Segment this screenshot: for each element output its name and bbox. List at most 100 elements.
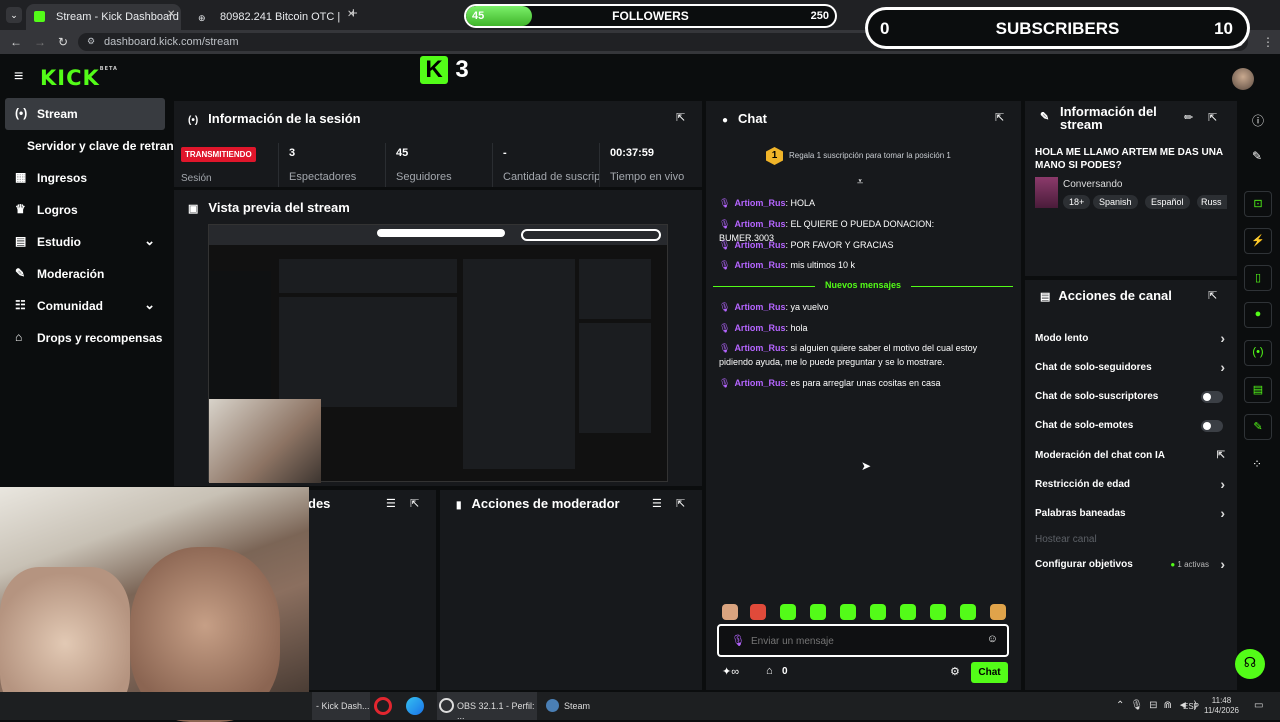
forward-icon[interactable]: → bbox=[34, 35, 46, 49]
kick-logo[interactable]: KICKBETA bbox=[40, 66, 118, 90]
emote-icon[interactable] bbox=[780, 604, 796, 620]
action-subscribers-only[interactable]: Chat de solo-suscriptores bbox=[1035, 391, 1225, 405]
mic-badge-icon: 🎙︎ bbox=[719, 378, 731, 388]
emote-icon[interactable] bbox=[930, 604, 946, 620]
tab-list-button[interactable]: ⌄ bbox=[6, 7, 22, 23]
back-icon[interactable]: ← bbox=[10, 35, 22, 49]
rail-button-notes[interactable]: ▯ bbox=[1244, 265, 1272, 291]
app-top-bar bbox=[0, 56, 1280, 98]
edit-icon[interactable]: ✏ bbox=[1184, 111, 1193, 124]
chat-settings-icon[interactable]: ⚙ bbox=[950, 665, 960, 678]
language-indicator[interactable]: ESP bbox=[1183, 702, 1199, 711]
rail-button-broadcast[interactable]: (•) bbox=[1244, 340, 1272, 366]
more-options-icon[interactable]: ⁘ bbox=[1252, 457, 1262, 471]
chat-input[interactable] bbox=[751, 633, 971, 649]
action-emotes-only[interactable]: Chat de solo-emotes bbox=[1035, 420, 1225, 434]
rail-button-actions[interactable]: ▤ bbox=[1244, 377, 1272, 403]
scroll-down-icon[interactable]: ⩡ bbox=[857, 176, 863, 189]
browser-menu-icon[interactable]: ⋮ bbox=[1262, 35, 1274, 49]
filter-icon[interactable]: ☰ bbox=[652, 497, 662, 510]
chat-message: 🎙︎ Artiom_Rus: hola bbox=[719, 323, 808, 333]
popout-icon[interactable]: ⇱ bbox=[1208, 289, 1217, 302]
sidebar-item-estudio[interactable]: ▤ Estudio ⌄ bbox=[5, 226, 165, 258]
notifications-icon[interactable]: ▭ bbox=[1254, 700, 1263, 711]
site-favicon-icon: ⊕ bbox=[198, 13, 206, 23]
emote-icon[interactable] bbox=[960, 604, 976, 620]
stream-preview-video[interactable] bbox=[208, 224, 668, 483]
popout-icon[interactable]: ⇱ bbox=[676, 111, 685, 124]
emote-icon[interactable] bbox=[870, 604, 886, 620]
tag[interactable]: Russ bbox=[1197, 195, 1227, 209]
gift-text: Regala 1 suscripción para tomar la posic… bbox=[789, 151, 951, 161]
site-info-icon[interactable]: ⚙ bbox=[87, 36, 95, 47]
action-ai-moderation[interactable]: Moderación del chat con IA ⇱ bbox=[1035, 450, 1225, 464]
mic-badge-icon: 🎙︎ bbox=[719, 323, 731, 333]
popout-icon[interactable]: ⇱ bbox=[410, 497, 419, 510]
opera-icon[interactable] bbox=[374, 697, 392, 715]
moderator-actions-panel bbox=[440, 490, 702, 690]
action-age-restriction[interactable]: Restricción de edad › bbox=[1035, 476, 1225, 493]
emoji-picker-icon[interactable]: ☺ bbox=[987, 633, 998, 645]
taskbar-item-steam[interactable]: Steam bbox=[544, 692, 604, 720]
edge-icon[interactable] bbox=[406, 697, 424, 715]
sidebar-item-moderacion[interactable]: ✎ Moderación bbox=[5, 258, 165, 290]
moderator-actions-header: ▮ Acciones de moderador bbox=[456, 496, 620, 511]
emote-icon[interactable] bbox=[900, 604, 916, 620]
support-headset-icon[interactable]: ☊ bbox=[1235, 649, 1265, 679]
followers-goal-overlay: 45 FOLLOWERS 250 bbox=[464, 4, 837, 28]
close-tab-icon[interactable]: ✕ bbox=[167, 9, 175, 20]
emotes-only-toggle[interactable] bbox=[1201, 420, 1223, 432]
sidebar-item-ingresos[interactable]: ▦ Ingresos bbox=[5, 162, 165, 194]
emote-icon[interactable] bbox=[840, 604, 856, 620]
sidebar-item-label: Logros bbox=[37, 203, 78, 217]
rail-button-flash[interactable]: ⚡ bbox=[1244, 228, 1272, 254]
sidebar-item-drops[interactable]: ⌂ Drops y recompensas bbox=[5, 322, 165, 354]
channel-points-icon[interactable]: ✦∞ bbox=[722, 665, 739, 678]
taskbar-item-kick[interactable]: - Kick Dash... bbox=[312, 692, 370, 720]
category-thumbnail[interactable] bbox=[1035, 177, 1058, 208]
popout-icon[interactable]: ⇱ bbox=[995, 111, 1004, 124]
pen-icon[interactable]: ✎ bbox=[1252, 149, 1262, 163]
broadcast-icon: (•) bbox=[15, 106, 28, 120]
rail-button-tools[interactable]: ✎ bbox=[1244, 414, 1272, 440]
stat-viewers: 3 Espectadores bbox=[278, 143, 385, 187]
emote-icon[interactable] bbox=[810, 604, 826, 620]
session-panel-header: (•) Información de la sesión bbox=[188, 111, 361, 126]
gift-sub-banner[interactable]: 1 Regala 1 suscripción para tomar la posi… bbox=[766, 147, 951, 165]
emote-icon[interactable] bbox=[722, 604, 738, 620]
reload-icon[interactable]: ↻ bbox=[58, 35, 68, 49]
tab-kick-dashboard[interactable]: Stream - Kick Dashboard bbox=[26, 4, 181, 30]
taskbar-item-obs[interactable]: OBS 32.1.1 - Perfil: ... bbox=[437, 692, 537, 721]
popout-icon[interactable]: ⇱ bbox=[1208, 111, 1217, 124]
sidebar-item-server-key[interactable]: Servidor y clave de retransm bbox=[5, 130, 177, 162]
tag[interactable]: Español bbox=[1145, 195, 1190, 209]
send-chat-button[interactable]: Chat bbox=[971, 662, 1008, 683]
chat-panel-header: ● Chat bbox=[722, 111, 767, 126]
filter-icon[interactable]: ☰ bbox=[386, 497, 396, 510]
tab-bitcoin-otc[interactable]: ⊕ 80982.241 Bitcoin OTC | Platfo bbox=[190, 4, 340, 30]
chat-input-box[interactable]: 🎙︎ ☺ bbox=[717, 624, 1009, 657]
gift-icon[interactable]: ⌂ bbox=[766, 665, 773, 677]
tag[interactable]: Spanish bbox=[1093, 195, 1138, 209]
sidebar-item-logros[interactable]: ♛ Logros bbox=[5, 194, 165, 226]
popout-icon[interactable]: ⇱ bbox=[676, 497, 685, 510]
action-configure-goals[interactable]: Configurar objetivos ● 1 activas › bbox=[1035, 556, 1225, 573]
rail-button-chat[interactable]: ● bbox=[1244, 302, 1272, 328]
sidebar-item-comunidad[interactable]: ☷ Comunidad ⌄ bbox=[5, 290, 165, 322]
sidebar-item-stream[interactable]: (•) Stream bbox=[5, 98, 165, 130]
action-slow-mode[interactable]: Modo lento › bbox=[1035, 330, 1225, 347]
action-followers-only[interactable]: Chat de solo-seguidores › bbox=[1035, 359, 1225, 376]
action-banned-words[interactable]: Palabras baneadas › bbox=[1035, 505, 1225, 522]
category-name[interactable]: Conversando bbox=[1063, 179, 1122, 190]
emote-icon[interactable] bbox=[990, 604, 1006, 620]
new-tab-icon[interactable]: + bbox=[349, 5, 358, 22]
emote-icon[interactable] bbox=[750, 604, 766, 620]
avatar[interactable] bbox=[1232, 68, 1254, 90]
tag[interactable]: 18+ bbox=[1063, 195, 1091, 209]
clock[interactable]: 11:48 11/4/2026 bbox=[1204, 696, 1239, 716]
subscribers-only-toggle[interactable] bbox=[1201, 391, 1223, 403]
hamburger-menu-icon[interactable]: ≡ bbox=[14, 68, 23, 86]
chevron-down-icon: ⌄ bbox=[144, 233, 155, 248]
rail-button-capture[interactable]: ⊡ bbox=[1244, 191, 1272, 217]
info-icon[interactable]: ⓘ bbox=[1252, 112, 1264, 129]
